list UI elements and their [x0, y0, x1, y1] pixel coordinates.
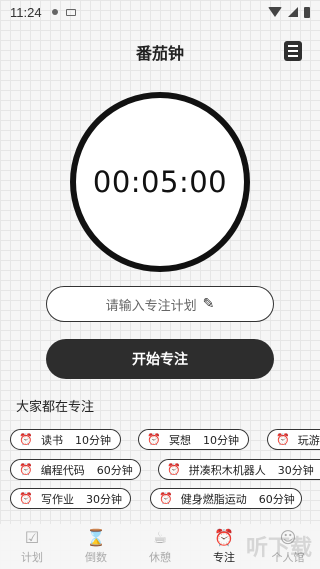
tab-rest[interactable]: ☕ 休憩	[128, 524, 192, 569]
tab-label: 计划	[21, 550, 43, 564]
timer-dial[interactable]: 00:05:00	[70, 92, 250, 272]
suggestion-chip[interactable]: ⏰ 拼凑积木机器人 30分钟	[158, 459, 320, 480]
tab-label: 倒数	[85, 550, 107, 564]
focus-plan-placeholder: 请输入专注计划	[105, 298, 197, 314]
watermark: 听下载	[245, 536, 312, 561]
chip-duration: 30分钟	[86, 492, 122, 506]
checklist-icon: ☑	[24, 527, 40, 547]
chip-duration: 10分钟	[75, 433, 111, 447]
alarm-clock-icon: ⏰	[159, 492, 173, 505]
status-time: 11:24	[10, 4, 42, 20]
chip-name: 健身燃脂运动	[180, 492, 247, 506]
alarm-clock-icon: ⏰	[147, 433, 161, 446]
wifi-icon	[268, 7, 282, 17]
tab-plan[interactable]: ☑ 计划	[0, 524, 64, 569]
pencil-icon: ✎	[202, 296, 215, 312]
timer-display: 00:05:00	[92, 165, 228, 199]
header: 番茄钟	[0, 38, 320, 66]
focus-suggestions: ⏰ 读书 10分钟 ⏰ 冥想 10分钟 ⏰ 玩游戏 ⏰ 编程代码 60分钟 ⏰ …	[0, 0, 320, 569]
battery-icon	[304, 6, 310, 18]
menu-button[interactable]	[284, 41, 302, 61]
chip-name: 编程代码	[40, 463, 85, 477]
chip-duration: 10分钟	[203, 433, 239, 447]
coffee-icon: ☕	[152, 527, 168, 547]
tab-label: 休憩	[149, 550, 171, 564]
suggestion-chip[interactable]: ⏰ 冥想 10分钟	[138, 429, 249, 450]
alarm-clock-icon: ⏰	[214, 527, 234, 547]
chip-name: 玩游戏	[297, 433, 320, 447]
signal-icon	[288, 7, 298, 17]
suggestion-chip[interactable]: ⏰ 玩游戏	[267, 429, 320, 450]
chip-name: 冥想	[169, 433, 191, 447]
chip-duration: 60分钟	[96, 463, 133, 477]
chip-name: 拼凑积木机器人	[188, 463, 266, 477]
chip-name: 写作业	[41, 492, 74, 506]
suggestion-chip[interactable]: ⏰ 健身燃脂运动 60分钟	[150, 488, 302, 509]
alarm-clock-icon: ⏰	[19, 463, 33, 476]
alarm-clock-icon: ⏰	[19, 492, 33, 505]
menu-icon	[288, 45, 298, 47]
status-bar: 11:24	[0, 0, 320, 24]
alarm-clock-icon: ⏰	[167, 463, 181, 476]
suggestion-chip[interactable]: ⏰ 编程代码 60分钟	[10, 459, 141, 480]
hourglass-icon: ⌛	[86, 527, 106, 547]
chip-duration: 60分钟	[258, 492, 295, 506]
focus-plan-input[interactable]: 请输入专注计划 ✎	[46, 286, 274, 322]
chip-name: 读书	[41, 433, 63, 447]
alarm-clock-icon: ⏰	[19, 433, 33, 446]
alarm-clock-icon: ⏰	[276, 433, 290, 446]
status-indicators	[268, 6, 310, 18]
tab-countdown[interactable]: ⌛ 倒数	[64, 524, 128, 569]
section-title: 大家都在专注	[16, 400, 95, 415]
suggestion-chip[interactable]: ⏰ 写作业 30分钟	[10, 488, 131, 509]
suggestion-chip[interactable]: ⏰ 读书 10分钟	[10, 429, 121, 450]
keyboard-icon	[65, 8, 76, 16]
start-focus-button[interactable]: 开始专注	[46, 339, 274, 379]
tab-label: 专注	[213, 550, 235, 564]
page-title: 番茄钟	[135, 44, 184, 63]
chip-duration: 30分钟	[277, 463, 314, 477]
notification-dot-icon	[51, 9, 58, 15]
